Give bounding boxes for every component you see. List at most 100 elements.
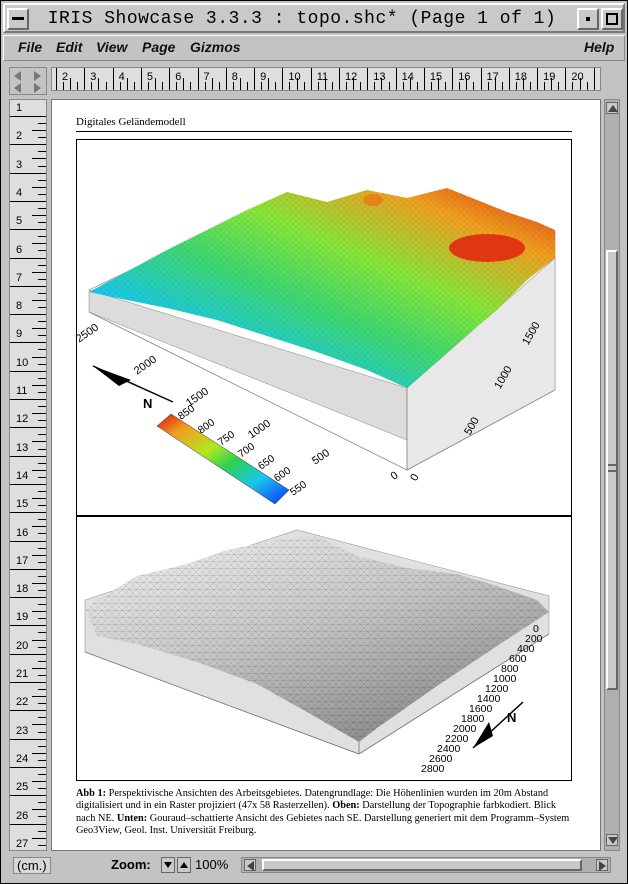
hruler-label-20: 20 xyxy=(571,71,584,83)
horizontal-ruler[interactable]: 2 3 4 5 6 7 8 9 10 11 12 13 14 15 16 17 18 19 20 21 xyxy=(51,67,601,91)
vruler-tick-mark xyxy=(10,483,46,485)
hruler-tick-mark xyxy=(565,68,567,90)
fig1-ytick-1000: 1000 xyxy=(246,417,273,441)
vruler-minor-mark xyxy=(32,384,46,386)
vruler-tick-mark xyxy=(10,116,46,117)
vruler-tick-mark xyxy=(10,314,46,316)
heading-rule xyxy=(76,131,572,132)
fig1-north-arrow-icon: N xyxy=(92,365,174,411)
caption-text-3: Gouraud–schattierte Ansicht des Gebietes… xyxy=(76,812,570,836)
vruler-label-10: 10 xyxy=(16,356,29,369)
vruler-minor-mark xyxy=(32,469,46,471)
hruler-tick-mark xyxy=(310,68,312,90)
horizontal-scrollbar[interactable] xyxy=(241,857,611,873)
menu-gizmos[interactable]: Gizmos xyxy=(190,39,241,55)
vruler-tick-mark xyxy=(10,285,46,287)
vruler-tick-mark xyxy=(10,257,46,259)
vertical-scroll-thumb[interactable] xyxy=(606,250,618,690)
vruler-tick-mark xyxy=(10,766,46,768)
horizontal-scroll-thumb[interactable] xyxy=(262,859,582,871)
hruler-label-11: 11 xyxy=(316,71,329,83)
hruler-minor-mark xyxy=(70,78,72,90)
vruler-minor-mark xyxy=(38,646,46,648)
hruler-tick-mark xyxy=(452,68,454,90)
scroll-up-button[interactable] xyxy=(606,102,618,114)
hruler-label-6: 6 xyxy=(175,71,182,83)
hruler-label-13: 13 xyxy=(373,71,386,83)
hruler-minor-mark xyxy=(176,82,178,90)
vruler-label-11: 11 xyxy=(16,385,28,397)
menu-file[interactable]: File xyxy=(18,39,42,55)
vruler-tick-mark xyxy=(10,823,46,825)
vruler-minor-mark xyxy=(38,391,46,393)
menu-help[interactable]: Help xyxy=(584,39,614,55)
vruler-minor-mark xyxy=(38,830,46,832)
vruler-tick-mark xyxy=(10,738,46,740)
vruler-label-22: 22 xyxy=(16,696,29,709)
figure-shaded-terrain[interactable]: 0 200 400 600 800 1000 1200 1400 1600 18… xyxy=(76,515,572,781)
vruler-minor-mark xyxy=(38,759,46,761)
hruler-minor-mark xyxy=(183,78,185,90)
vruler-minor-mark xyxy=(32,498,46,500)
arrow-left-icon xyxy=(247,861,254,871)
hruler-minor-mark xyxy=(105,82,107,90)
vruler-minor-mark xyxy=(32,130,46,132)
vruler-minor-mark xyxy=(38,377,46,379)
vruler-minor-mark xyxy=(38,788,46,790)
zoom-out-button[interactable] xyxy=(161,857,175,873)
minimize-button[interactable] xyxy=(577,8,599,30)
scroll-down-button[interactable] xyxy=(606,834,618,846)
hruler-label-9: 9 xyxy=(260,71,267,83)
vruler-tick-mark xyxy=(10,795,46,797)
vruler-minor-mark xyxy=(38,618,46,620)
hruler-minor-mark xyxy=(63,82,65,90)
menu-page[interactable]: Page xyxy=(142,39,175,55)
hruler-minor-mark xyxy=(218,82,220,90)
document-page[interactable]: Digitales Geländemodell 2500 2000 1500 1… xyxy=(51,99,601,851)
hruler-minor-mark xyxy=(487,82,489,90)
vruler-label-24: 24 xyxy=(16,752,29,765)
hruler-minor-mark xyxy=(445,82,447,90)
ruler-corner[interactable] xyxy=(9,67,47,95)
vertical-scrollbar[interactable] xyxy=(604,99,620,851)
vruler-tick-mark xyxy=(10,568,46,570)
vruler-label-20: 20 xyxy=(16,639,29,652)
vruler-minor-mark xyxy=(38,731,46,733)
scroll-right-button[interactable] xyxy=(596,859,608,871)
title-bar[interactable]: IRIS Showcase 3.3.3 : topo.shc* (Page 1 … xyxy=(3,3,625,33)
menu-edit[interactable]: Edit xyxy=(56,39,82,55)
units-display[interactable]: (cm.) xyxy=(13,857,51,874)
vruler-minor-mark xyxy=(38,222,46,224)
vruler-tick-mark xyxy=(10,710,46,712)
minimize-icon xyxy=(586,17,590,21)
zoom-down-icon xyxy=(164,862,172,868)
maximize-button[interactable] xyxy=(601,8,623,30)
hruler-label-16: 16 xyxy=(458,71,471,83)
zoom-in-button[interactable] xyxy=(177,857,191,873)
vruler-minor-mark xyxy=(38,434,46,436)
fig1-ytick-0: 0 xyxy=(389,469,401,482)
vruler-label-27: 27 xyxy=(16,837,29,850)
vruler-minor-mark xyxy=(38,349,46,351)
window-menu-button[interactable] xyxy=(7,8,29,30)
menu-view[interactable]: View xyxy=(96,39,127,55)
hruler-minor-mark xyxy=(289,82,291,90)
hruler-label-5: 5 xyxy=(146,71,154,83)
hruler-minor-mark xyxy=(416,82,418,90)
vruler-minor-mark xyxy=(38,561,46,563)
vruler-tick-mark xyxy=(10,625,46,627)
hruler-tick-mark xyxy=(508,68,510,90)
vertical-ruler[interactable]: 1 2 3 4 5 6 7 8 9 10 11 12 13 14 15 16 17 18 19 20 21 22 23 24 2… xyxy=(9,99,47,851)
vruler-minor-mark xyxy=(38,674,46,676)
scroll-left-button[interactable] xyxy=(244,859,256,871)
vruler-minor-mark xyxy=(38,844,46,846)
arrow-down-icon xyxy=(608,837,618,844)
hruler-minor-mark xyxy=(162,82,164,90)
hruler-tick-mark xyxy=(423,68,425,90)
maximize-icon xyxy=(606,13,618,25)
vruler-minor-mark xyxy=(38,137,46,139)
figure-colored-terrain[interactable]: 2500 2000 1500 1000 500 0 0 500 1000 150… xyxy=(74,139,572,517)
vruler-tick-mark xyxy=(10,682,46,683)
vruler-label-19: 19 xyxy=(16,611,29,624)
vruler-minor-mark xyxy=(38,773,46,775)
